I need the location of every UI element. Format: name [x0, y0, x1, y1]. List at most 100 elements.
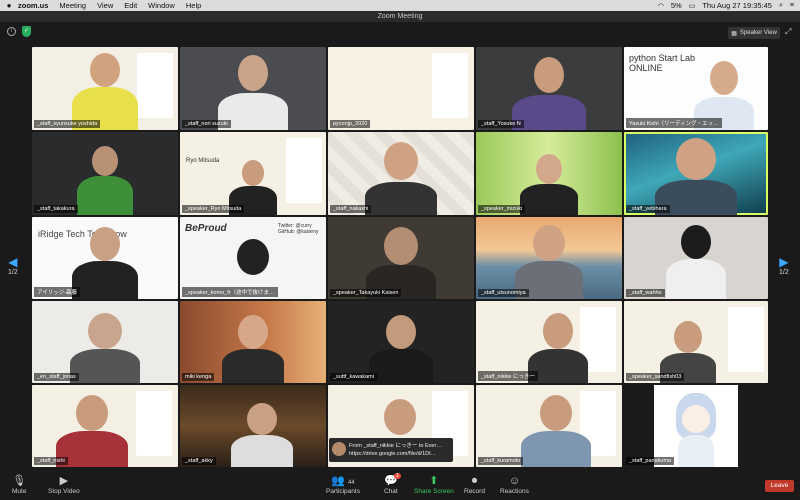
participant-body: [231, 435, 293, 467]
video-tile[interactable]: _staff_Yosuke N: [476, 47, 622, 130]
participant-body: [666, 259, 726, 299]
participant-face: [681, 225, 711, 259]
mac-menubar: ● zoom.us Meeting View Edit Window Help …: [0, 0, 800, 11]
leave-button[interactable]: Leave: [765, 480, 794, 492]
reactions-button[interactable]: ☺ Reactions: [500, 475, 529, 495]
participant-body: [77, 176, 133, 215]
sponsor-slide: [137, 53, 173, 118]
speaker-view-button[interactable]: ▦ Speaker View: [728, 27, 780, 39]
fullscreen-icon[interactable]: ⤢: [785, 27, 791, 37]
participant-face: [88, 313, 122, 349]
video-tile[interactable]: _speaker_Takayuki Kaisen: [328, 217, 474, 299]
participant-name: _staff_nishi: [34, 457, 68, 465]
video-tile[interactable]: _staff_panakuma: [624, 385, 768, 467]
participant-name: _staff_utsunomiya: [478, 289, 529, 297]
participant-body: [369, 349, 433, 383]
video-tile[interactable]: Ryo Mitsuda _speaker_Ryo Mitsuda: [180, 132, 326, 215]
video-tile[interactable]: pyconjp_2020: [328, 47, 474, 130]
chat-button[interactable]: 💬 1 Chat: [384, 473, 401, 495]
chat-notification[interactable]: From _staff_nikkie にっきー to Ever… https:/…: [329, 438, 453, 462]
next-page-button[interactable]: ▶ 1/2: [779, 255, 789, 276]
video-tile[interactable]: _staff_syunsuke yoshida: [32, 47, 178, 130]
participant-body: [365, 182, 437, 215]
video-tile[interactable]: _staff_akky: [180, 385, 326, 467]
record-button[interactable]: ⏺ Record: [464, 475, 485, 495]
video-tile[interactable]: iRidge Tech Tomorrow アイリッジ-森藤: [32, 217, 178, 299]
prev-page-button[interactable]: ◀ 1/2: [8, 255, 18, 276]
menu-edit[interactable]: Edit: [124, 1, 137, 10]
battery-icon[interactable]: ▭: [689, 2, 696, 10]
participant-name: _speaker_mizuki: [478, 205, 526, 213]
participant-face: [90, 227, 120, 261]
participant-name: _speaker_sandfish03: [626, 373, 685, 381]
participant-name: _staff_nikkie にっきー: [478, 371, 539, 381]
participant-name: アイリッジ-森藤: [34, 287, 81, 297]
participant-name: _staff_nori suzuki: [182, 120, 231, 128]
stop-video-button[interactable]: ▶ Stop Video: [48, 475, 80, 495]
participants-button[interactable]: 👥 44 Participants: [326, 475, 360, 495]
menu-window[interactable]: Window: [148, 1, 175, 10]
battery-percent: 5%: [670, 1, 682, 10]
apple-icon[interactable]: ●: [0, 1, 18, 10]
participant-name: _staff_takakura: [34, 205, 78, 213]
video-tile[interactable]: _staff_takakura: [32, 132, 178, 215]
video-tile[interactable]: python Start Lab ONLINE Yasuki Kishi（リーデ…: [624, 47, 768, 130]
participant-name: _staff_wahho: [626, 289, 665, 297]
video-tile[interactable]: _suttf_kawakami: [328, 301, 474, 383]
video-tile[interactable]: BeProud Twitter: @curry GitHub: @kaiseny…: [180, 217, 326, 299]
participant-name: _staff_Yosuke N: [478, 120, 524, 128]
shield-icon[interactable]: ✓: [22, 26, 31, 37]
video-tile[interactable]: _staff_utsunomiya: [476, 217, 622, 299]
search-icon[interactable]: ⌕: [779, 2, 783, 10]
participant-face: [533, 225, 565, 261]
sponsor-slide: [286, 138, 322, 203]
video-tile[interactable]: _speaker_mizuki: [476, 132, 622, 215]
menu-meeting[interactable]: Meeting: [59, 1, 86, 10]
speaker-view-label: Speaker View: [739, 30, 777, 36]
video-tile[interactable]: miki kenga: [180, 301, 326, 383]
sponsor-slide: [728, 307, 764, 372]
video-tile[interactable]: _staff_wahho: [624, 217, 768, 299]
share-screen-button[interactable]: ⬆ Share Screen: [414, 475, 454, 495]
participants-icon: 👥 44: [331, 475, 355, 487]
participant-body: [521, 431, 591, 467]
menu-view[interactable]: View: [97, 1, 113, 10]
video-tile-active-speaker[interactable]: _staff_yebihara: [624, 132, 768, 215]
grid-icon: ▦: [731, 30, 737, 37]
info-icon[interactable]: i: [7, 27, 16, 36]
mute-button[interactable]: 🎙 Mute: [12, 475, 26, 495]
next-page-label: 1/2: [779, 269, 789, 276]
participant-face: [247, 403, 277, 435]
participant-face: [676, 138, 716, 180]
menu-list-icon[interactable]: ≡: [790, 2, 794, 9]
record-label: Record: [464, 488, 485, 495]
participant-face: [540, 395, 572, 431]
participant-name: _staff_panakuma: [626, 457, 675, 465]
clock[interactable]: Thu Aug 27 19:35:45: [702, 1, 772, 10]
video-tile[interactable]: _staff_nishi: [32, 385, 178, 467]
participant-face: [238, 55, 268, 91]
reactions-label: Reactions: [500, 488, 529, 495]
participant-face: [386, 315, 416, 349]
participant-name: pyconjp_2020: [330, 120, 371, 128]
video-tile[interactable]: _speaker_sandfish03: [624, 301, 768, 383]
participant-face: [76, 395, 108, 431]
chat-unread-badge: 1: [394, 473, 401, 479]
participants-label: Participants: [326, 488, 360, 495]
participant-face: [92, 146, 118, 176]
video-tile[interactable]: _staff_nikkie にっきー: [476, 301, 622, 383]
chat-message: https://drive.google.com/file/d/1DI…: [349, 451, 437, 457]
video-tile[interactable]: _en_staff_jonas: [32, 301, 178, 383]
video-tile[interactable]: _staff_nakashi: [328, 132, 474, 215]
participant-face: [384, 227, 418, 265]
slide-author-text: Ryo Mitsuda: [186, 158, 220, 164]
share-screen-icon: ⬆: [429, 475, 439, 487]
video-tile[interactable]: _staff_kuramoto: [476, 385, 622, 467]
stop-video-label: Stop Video: [48, 488, 80, 495]
wifi-icon[interactable]: ◠: [658, 2, 664, 10]
menu-help[interactable]: Help: [186, 1, 201, 10]
participant-body: [222, 349, 284, 383]
participant-face: [90, 53, 120, 87]
video-tile[interactable]: _staff_nori suzuki: [180, 47, 326, 130]
menu-app[interactable]: zoom.us: [18, 1, 48, 10]
